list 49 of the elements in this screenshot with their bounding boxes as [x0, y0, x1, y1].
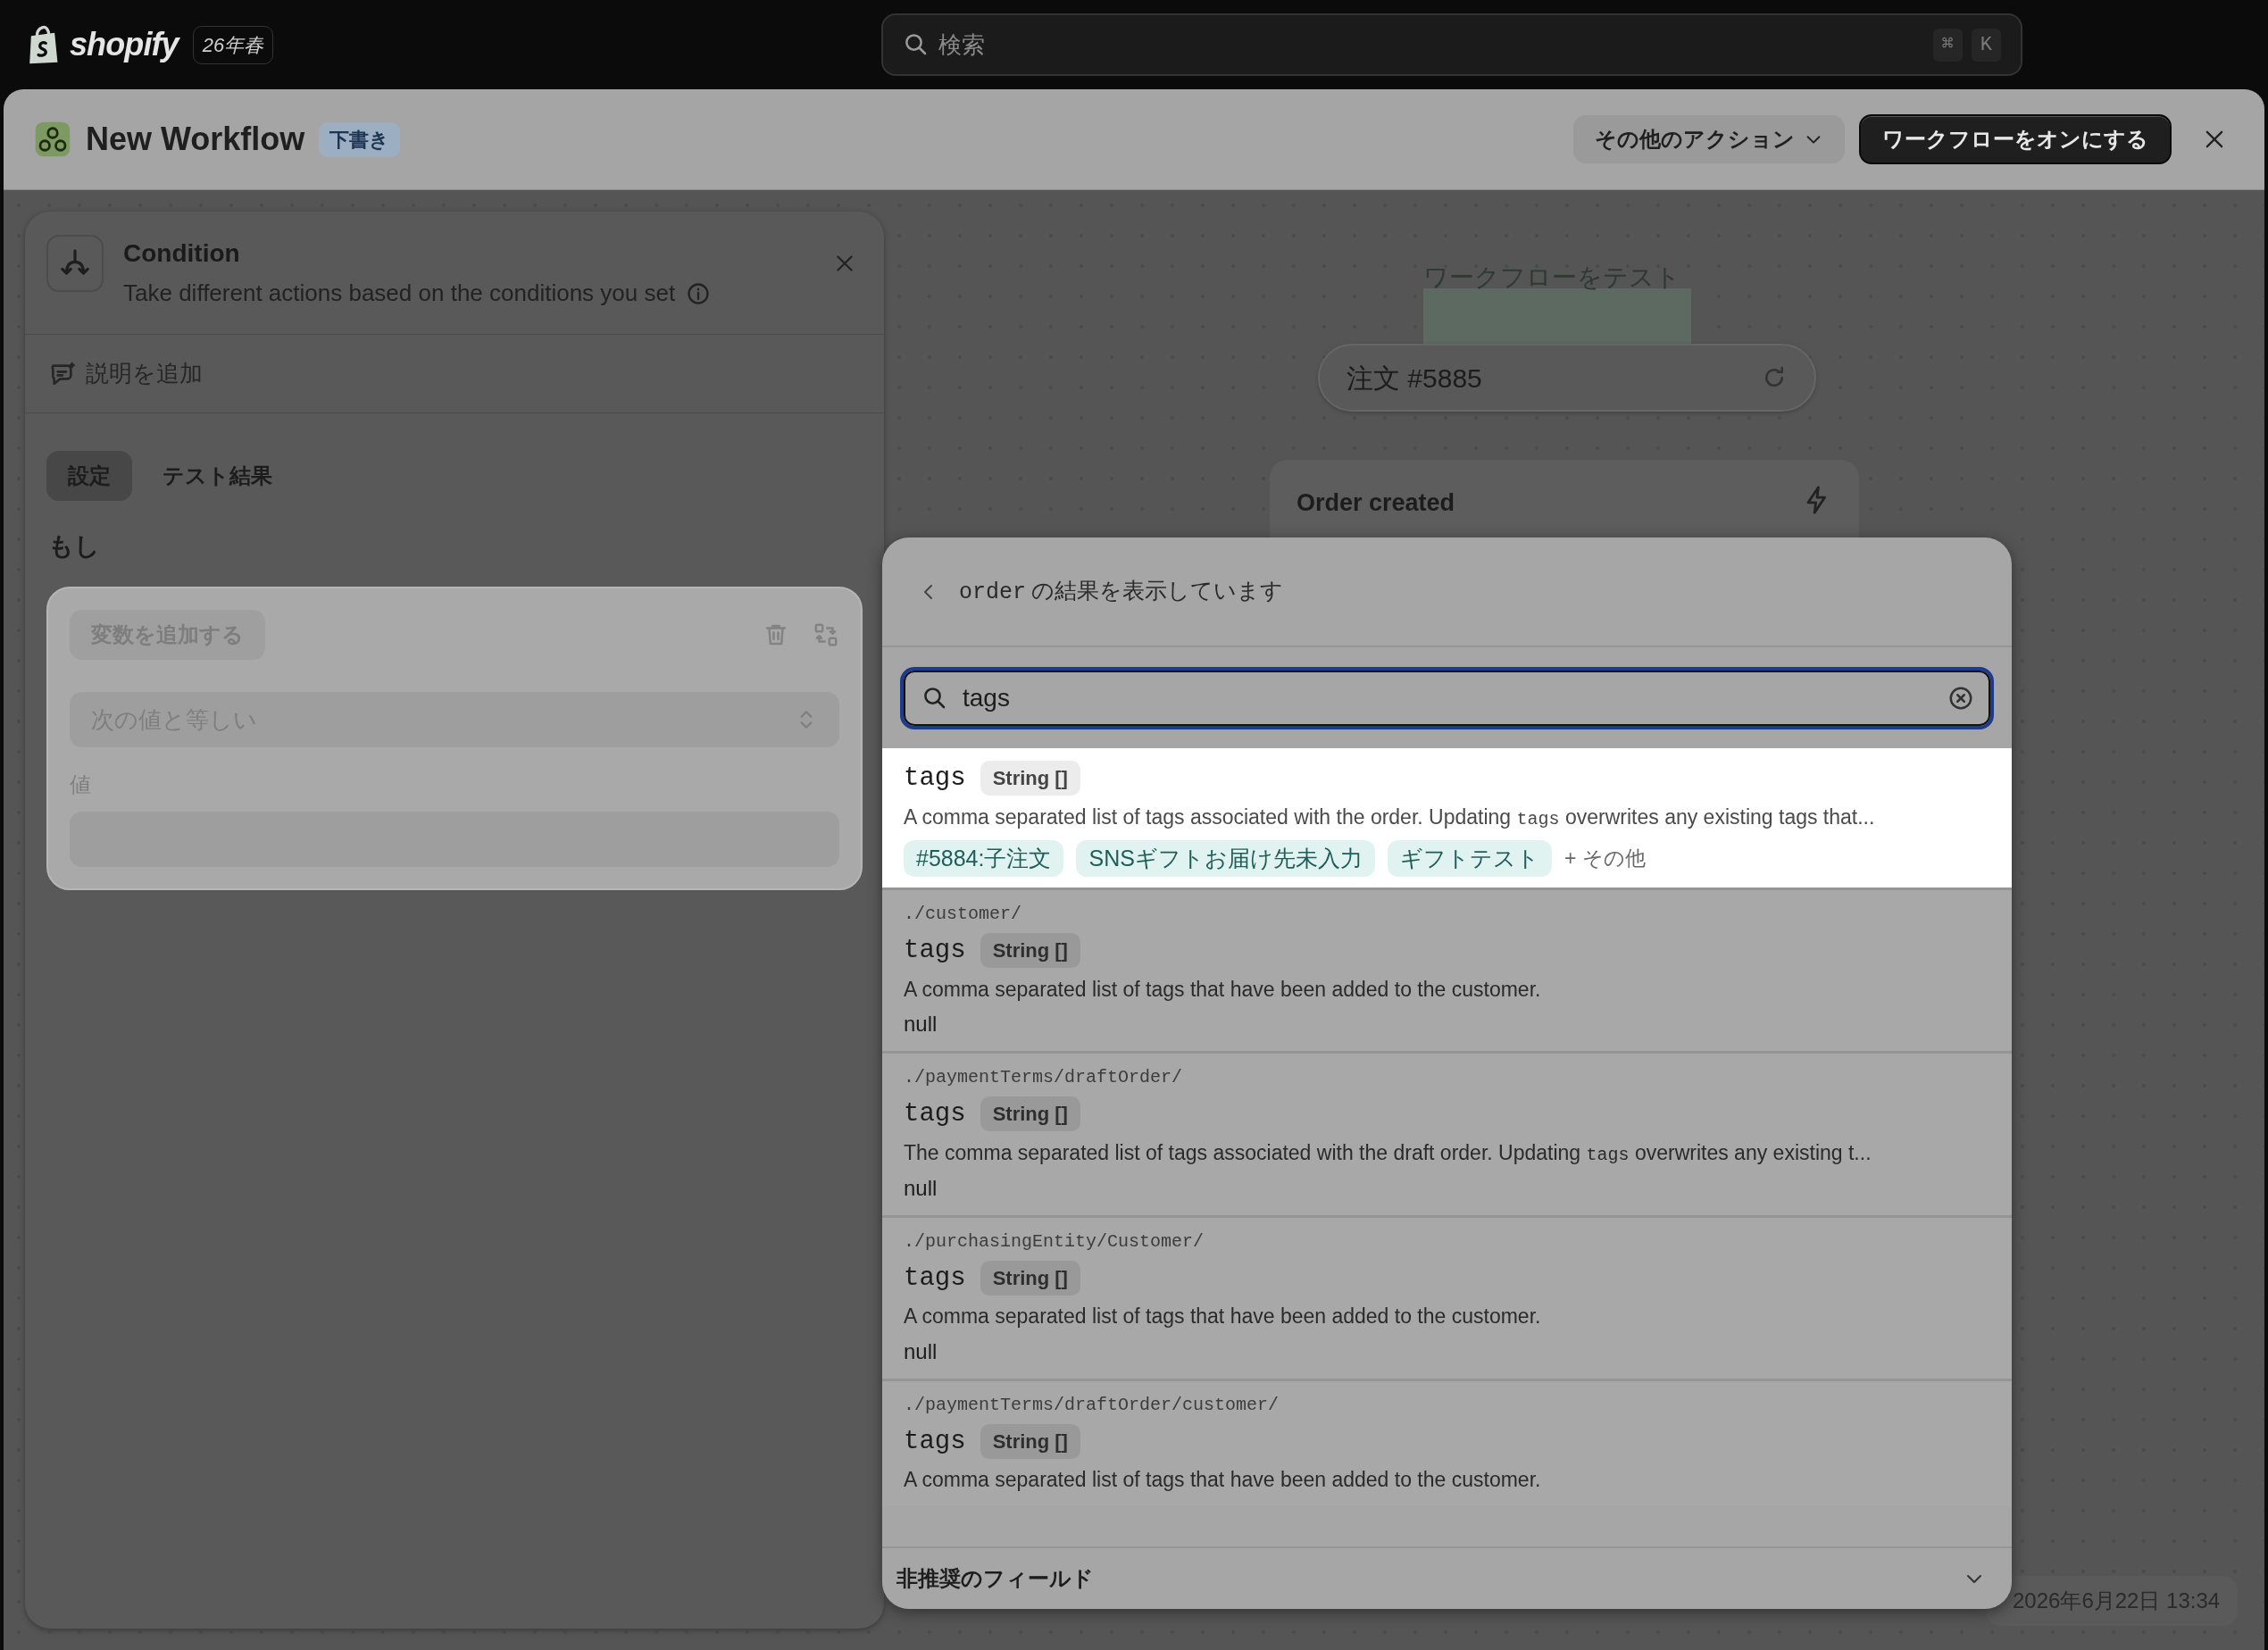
type-badge: String [] — [980, 1260, 1080, 1296]
shortcut-key: K — [1971, 28, 2001, 62]
result-row[interactable]: tags String [] A comma separated list of tags associated with the order. Updating tags overwrites any existing tags that... #5884:子注文 SNSギフトお届け先未入力 ギフトテスト + その他 — [882, 748, 2012, 888]
field-path: ./purchasingEntity/Customer/ — [904, 1229, 1205, 1254]
field-value: null — [904, 1174, 938, 1202]
tag-chip: SNSギフトお届け先未入力 — [1076, 839, 1375, 877]
swap-icon[interactable] — [813, 621, 839, 648]
field-name: tags — [904, 1425, 966, 1458]
more-tags-link[interactable]: + その他 — [1563, 843, 1646, 874]
status-badge: 下書き — [319, 121, 401, 157]
info-icon — [686, 280, 712, 306]
field-description: A comma separated list of tags that have been added to the customer. — [904, 1467, 1542, 1493]
field-name: tags — [904, 762, 966, 795]
picker-heading: order の結果を表示しています — [959, 576, 1283, 607]
deprecated-fields-toggle[interactable]: 非推奨のフィールド — [882, 1546, 2012, 1609]
result-row[interactable]: ./customer/ tags String [] A comma separated list of tags that have been added to the customer. null — [882, 888, 2012, 1051]
field-description: The comma separated list of tags associated with the draft order. Updating tags overwrites any existing t... — [904, 1139, 1872, 1167]
if-label: もし — [47, 531, 101, 562]
shortcut-key: ⌘ — [1932, 28, 1963, 62]
field-name: tags — [904, 935, 966, 967]
type-badge: String [] — [980, 761, 1080, 796]
field-name: tags — [904, 1098, 966, 1130]
tag-chip: ギフトテスト — [1387, 839, 1552, 877]
panel-title: Condition — [123, 238, 241, 269]
trigger-title: Order created — [1297, 488, 1455, 518]
field-value: null — [904, 1011, 938, 1038]
search-field[interactable]: 検索 ⌘ K — [881, 13, 2022, 76]
edition-badge: 26年春 — [192, 25, 274, 64]
type-badge: String [] — [980, 1096, 1080, 1132]
more-actions-button[interactable]: その他のアクション — [1573, 115, 1845, 163]
field-path: ./paymentTerms/draftOrder/customer/ — [904, 1393, 1280, 1417]
field-path: ./customer/ — [904, 903, 1023, 926]
field-value: null — [904, 1338, 938, 1365]
field-path: ./paymentTerms/draftOrder/ — [904, 1066, 1184, 1089]
workflow-title: New Workflow — [86, 120, 305, 159]
turn-on-workflow-button[interactable]: ワークフローをオンにする — [1859, 114, 2172, 164]
type-badge: String [] — [980, 933, 1080, 969]
field-name: tags — [904, 1262, 966, 1295]
logo-text: shopify — [70, 25, 179, 64]
field-description: A comma separated list of tags that have been added to the customer. — [904, 976, 1542, 1003]
result-row[interactable]: ./paymentTerms/draftOrder/customer/ tags String [] A comma separated list of tags that have been added to the customer. — [882, 1378, 2012, 1506]
result-row[interactable]: ./purchasingEntity/Customer/ tags String [] A comma separated list of tags that have been added to the customer. null — [882, 1214, 2012, 1379]
result-row[interactable]: ./paymentTerms/draftOrder/ tags String [] The comma separated list of tags associated with the draft order. Updating tags overwrites any existing t... null — [882, 1051, 2012, 1215]
tag-chip: #5884:子注文 — [904, 839, 1064, 877]
search-field[interactable]: tags — [900, 666, 1994, 729]
workflow-app-icon — [34, 121, 71, 158]
field-description: A comma separated list of tags associated with the order. Updating tags overwrites any existing tags that... — [904, 804, 1876, 831]
field-description: A comma separated list of tags that have been added to the customer. — [904, 1304, 1542, 1329]
type-badge: String [] — [980, 1423, 1080, 1459]
